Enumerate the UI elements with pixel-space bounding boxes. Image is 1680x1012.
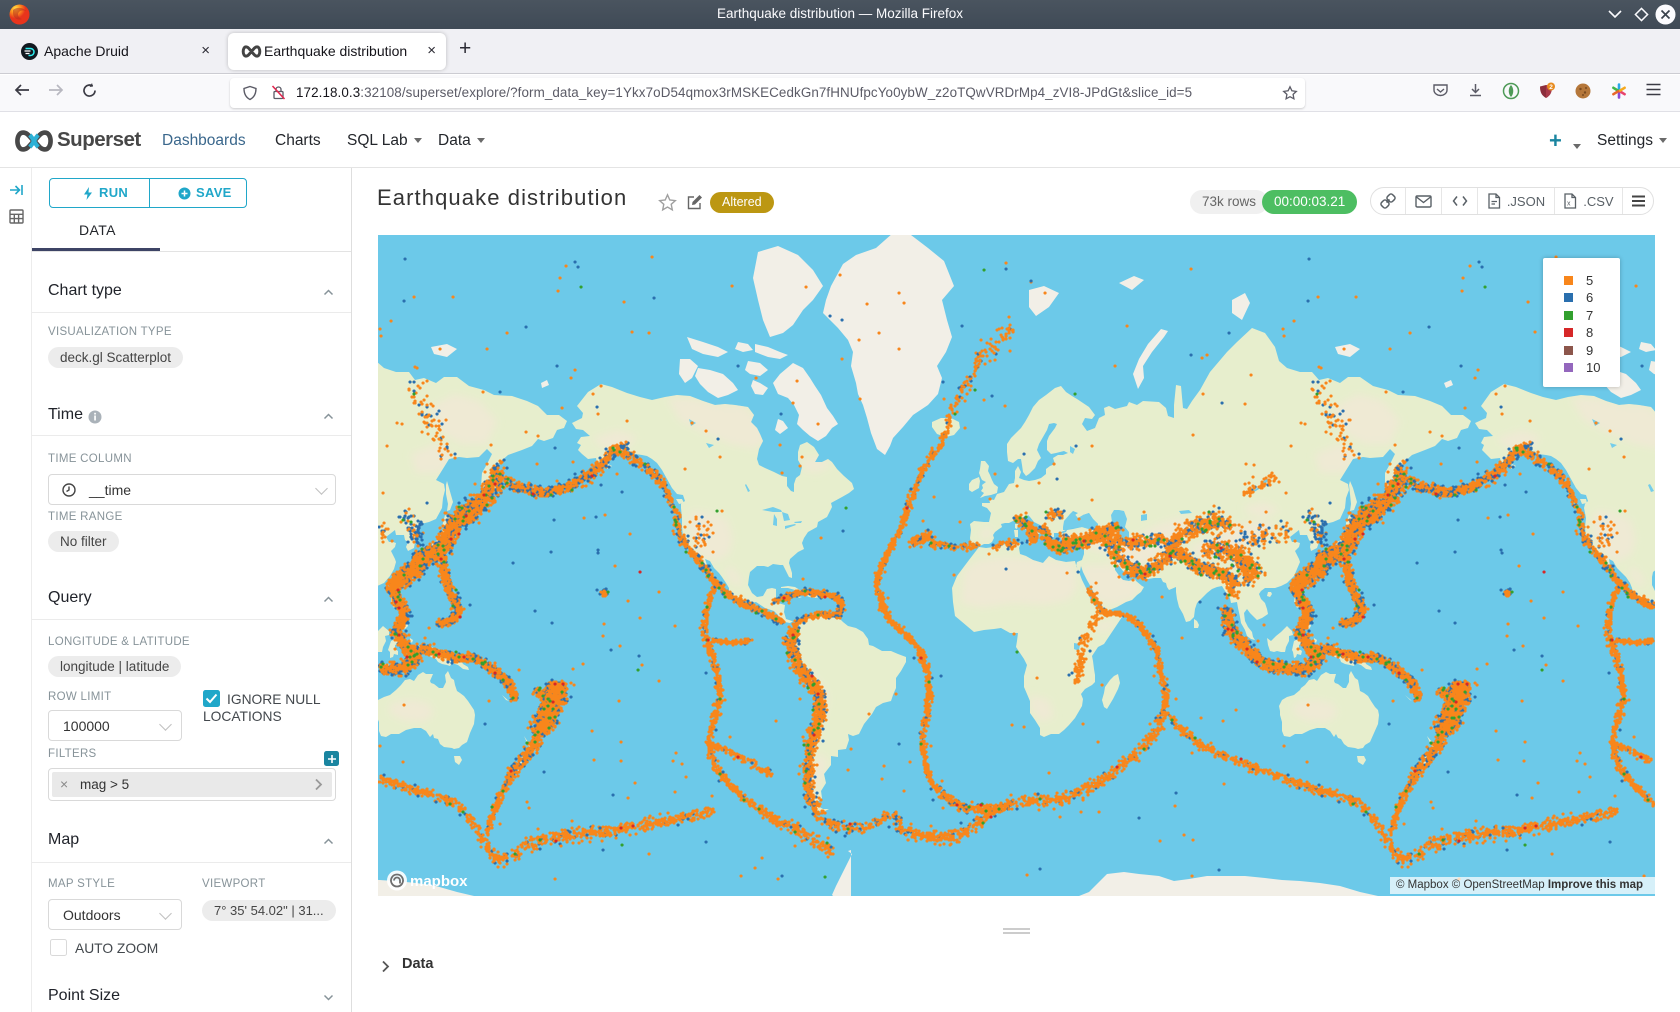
svg-text:mapbox: mapbox xyxy=(410,873,468,890)
svg-text:x: x xyxy=(1567,201,1571,208)
svg-text:2: 2 xyxy=(1549,84,1553,91)
